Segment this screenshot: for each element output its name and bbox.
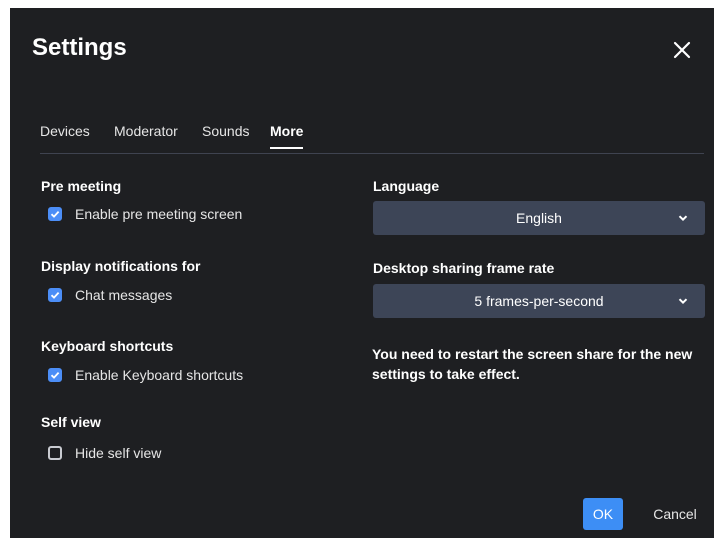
settings-tabs: Devices Moderator Sounds More	[40, 123, 704, 154]
check-icon	[50, 291, 60, 299]
chat-messages-checkbox[interactable]	[48, 288, 62, 302]
language-heading: Language	[373, 178, 440, 194]
tab-more[interactable]: More	[270, 123, 304, 149]
pre-meeting-label: Enable pre meeting screen	[75, 206, 243, 222]
ok-button[interactable]: OK	[583, 498, 623, 530]
hide-self-view-label: Hide self view	[75, 445, 162, 461]
dialog-title: Settings	[32, 34, 127, 61]
keyboard-shortcuts-option[interactable]: Enable Keyboard shortcuts	[48, 367, 243, 383]
language-select[interactable]: English	[373, 201, 705, 235]
pre-meeting-heading: Pre meeting	[41, 178, 122, 194]
pre-meeting-checkbox[interactable]	[48, 207, 62, 221]
restart-note: You need to restart the screen share for…	[372, 346, 693, 382]
chevron-down-icon	[678, 215, 688, 221]
keyboard-shortcuts-checkbox[interactable]	[48, 368, 62, 382]
hide-self-view-option[interactable]: Hide self view	[48, 445, 161, 461]
language-value: English	[516, 210, 562, 226]
keyboard-shortcuts-heading: Keyboard shortcuts	[41, 338, 174, 354]
chat-messages-option[interactable]: Chat messages	[48, 287, 172, 303]
frame-rate-heading: Desktop sharing frame rate	[373, 260, 555, 276]
frame-rate-select[interactable]: 5 frames-per-second	[373, 284, 705, 318]
check-icon	[50, 210, 60, 218]
tab-moderator[interactable]: Moderator	[114, 123, 178, 147]
chevron-down-icon	[678, 298, 688, 304]
pre-meeting-option[interactable]: Enable pre meeting screen	[48, 206, 242, 222]
close-button[interactable]	[670, 38, 694, 62]
self-view-heading: Self view	[41, 414, 101, 430]
chat-messages-label: Chat messages	[75, 287, 173, 303]
settings-dialog: Settings Devices Moderator Sounds More P…	[10, 8, 714, 538]
hide-self-view-checkbox[interactable]	[48, 446, 62, 460]
close-icon	[673, 41, 691, 59]
check-icon	[50, 371, 60, 379]
frame-rate-value: 5 frames-per-second	[474, 293, 604, 309]
notifications-heading: Display notifications for	[41, 258, 201, 274]
tab-sounds[interactable]: Sounds	[202, 123, 249, 147]
cancel-button[interactable]: Cancel	[647, 498, 703, 530]
keyboard-shortcuts-label: Enable Keyboard shortcuts	[75, 367, 244, 383]
tab-devices[interactable]: Devices	[40, 123, 90, 147]
